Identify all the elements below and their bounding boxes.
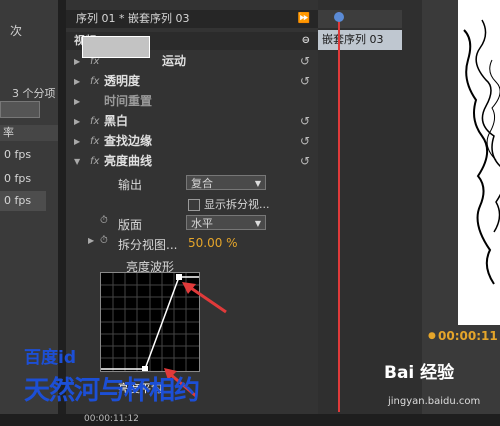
chevron-down-icon: ▼ <box>254 219 261 228</box>
baidu-url: jingyan.baidu.com <box>388 396 481 407</box>
watermark-line1: 百度id <box>24 348 76 368</box>
layout-select[interactable]: 水平 ▼ <box>186 215 266 230</box>
split-view-value[interactable]: 50.00 % <box>188 236 238 250</box>
baidu-brand: Bai 经验 <box>384 363 455 383</box>
effect-preview-swatch <box>82 36 150 58</box>
bottom-bar: 00:00:11:12 <box>0 414 500 426</box>
effect-row-black-white[interactable]: ▶ fx 黑白 ↺ <box>66 112 318 131</box>
effect-row-find-edges[interactable]: ▶ fx 查找边缘 ↺ <box>66 132 318 151</box>
collapse-icon[interactable]: ⊖ <box>302 32 310 50</box>
effect-row-luma-curve[interactable]: ▼ fx 亮度曲线 ↺ <box>66 152 318 171</box>
collapse-triangle-icon[interactable]: ▼ <box>74 152 80 171</box>
expand-triangle-icon[interactable]: ▶ <box>74 112 80 131</box>
output-value: 复合 <box>191 177 213 190</box>
watermark-line2: 天然河与杯相约 <box>24 376 200 406</box>
effect-row-time-remap[interactable]: ▶ 时间重置 <box>66 92 318 111</box>
fx-icon[interactable]: fx <box>90 152 99 171</box>
fx-icon[interactable]: fx <box>90 112 99 131</box>
time-ruler[interactable] <box>318 10 402 28</box>
red-arrow-annotation <box>182 282 227 314</box>
chevron-down-icon: ▼ <box>254 179 261 188</box>
fx-icon[interactable]: fx <box>90 72 99 91</box>
effect-name: 黑白 <box>104 114 129 128</box>
expand-triangle-icon[interactable]: ▶ <box>74 52 80 71</box>
output-select[interactable]: 复合 ▼ <box>186 175 266 190</box>
sequence-title: 序列 01 * 嵌套序列 03 <box>76 12 190 25</box>
effect-name: 运动 <box>162 54 187 68</box>
reset-icon[interactable]: ↺ <box>300 52 310 71</box>
reset-icon[interactable]: ↺ <box>300 112 310 131</box>
list-item[interactable]: 0 fps <box>0 191 46 211</box>
view-dropdown[interactable] <box>0 101 40 118</box>
stopwatch-icon[interactable]: ⏱ <box>100 215 108 226</box>
monitor-timecode[interactable]: 00:00:11 <box>438 329 498 343</box>
playhead-handle[interactable] <box>334 12 344 22</box>
expand-triangle-icon[interactable]: ▶ <box>74 72 80 91</box>
layout-value: 水平 <box>191 217 213 230</box>
panel-header: 序列 01 * 嵌套序列 03 ⏩ <box>66 10 318 28</box>
show-split-label: 显示拆分视... <box>204 198 270 211</box>
column-header-rate[interactable]: 率 <box>0 125 58 141</box>
split-view-label: 拆分视图... <box>118 238 178 252</box>
expand-triangle-icon[interactable]: ▶ <box>74 92 80 111</box>
list-item[interactable]: 0 fps <box>0 169 46 189</box>
current-timecode[interactable]: 00:00:11:12 <box>84 414 139 424</box>
tab-nested-sequence[interactable]: 嵌套序列 03 <box>318 30 402 50</box>
reset-icon[interactable]: ↺ <box>300 152 310 171</box>
forward-icon[interactable]: ⏩ <box>298 10 310 28</box>
effect-name: 亮度曲线 <box>104 154 153 168</box>
baidu-logo: Bai 经验 jingyan.baidu.com <box>384 358 500 414</box>
reset-icon[interactable]: ↺ <box>300 132 310 151</box>
project-title-fragment: 次 <box>10 24 23 38</box>
layout-label: 版面 <box>118 218 143 232</box>
stopwatch-icon[interactable]: ⏱ <box>100 235 108 246</box>
edge-image <box>463 19 500 285</box>
effect-row-opacity[interactable]: ▶ fx 透明度 ↺ <box>66 72 318 91</box>
output-label: 输出 <box>118 178 143 192</box>
expand-triangle-icon[interactable]: ▶ <box>74 132 80 151</box>
show-split-checkbox[interactable] <box>188 199 200 211</box>
effect-name: 透明度 <box>104 74 141 88</box>
expand-triangle-icon[interactable]: ▶ <box>88 236 94 245</box>
fx-icon[interactable]: fx <box>90 132 99 151</box>
effect-controls-panel: 序列 01 * 嵌套序列 03 ⏩ 视频 ⊖ ▶ fx 运动 ↺ ▶ fx 透明… <box>66 0 318 426</box>
effect-name: 查找边缘 <box>104 134 153 148</box>
list-item[interactable]: 0 fps <box>0 145 46 165</box>
playhead-marker-icon: ● <box>428 331 436 341</box>
playhead-line[interactable] <box>338 12 340 412</box>
video-preview <box>458 0 500 325</box>
effect-name: 时间重置 <box>104 94 153 108</box>
item-count: 3 个分项 <box>12 87 56 100</box>
reset-icon[interactable]: ↺ <box>300 72 310 91</box>
